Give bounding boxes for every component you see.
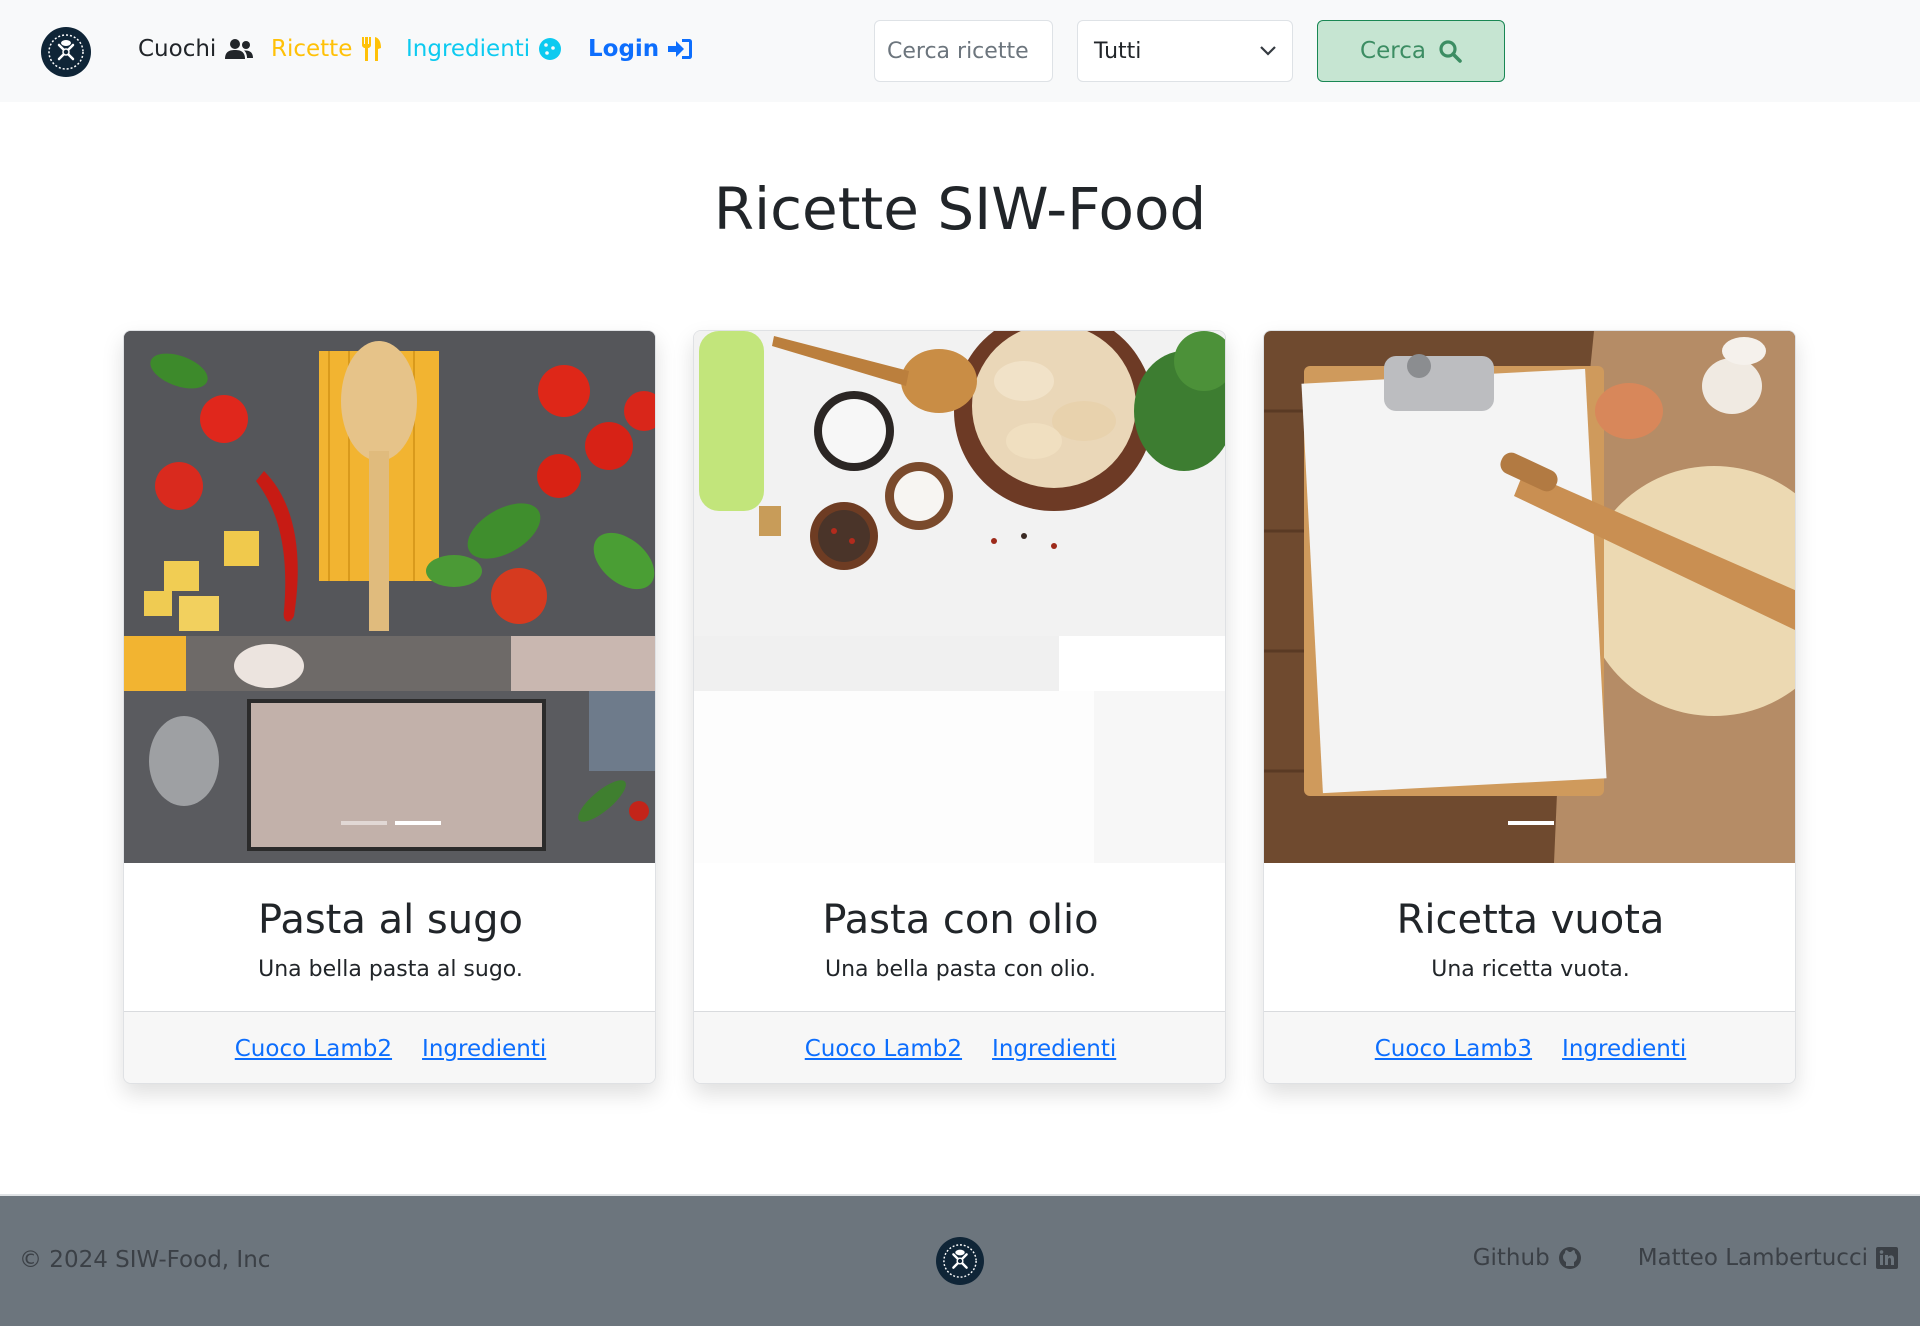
chevron-down-icon: [1260, 46, 1276, 56]
card-footer: Cuoco Lamb2 Ingredienti: [694, 1011, 1225, 1083]
ingredients-link[interactable]: Ingredienti: [992, 1036, 1116, 1062]
carousel-indicator[interactable]: [340, 821, 387, 825]
github-label: Github: [1472, 1245, 1550, 1271]
nav-item-ingredienti[interactable]: Ingredienti: [406, 36, 562, 62]
search-button-label: Cerca: [1360, 38, 1426, 64]
footer: © 2024 SIW-Food, Inc Github Matteo Lambe…: [0, 1194, 1920, 1326]
recipe-image: [694, 331, 1225, 863]
sign-in-icon: [668, 39, 693, 59]
recipe-image: [124, 331, 655, 863]
recipe-description: Una ricetta vuota.: [1431, 957, 1630, 982]
cookie-icon: [539, 38, 562, 60]
carousel-indicator-active[interactable]: [1507, 821, 1554, 825]
filter-select-value: Tutti: [1094, 38, 1142, 64]
recipe-title: Pasta con olio: [822, 897, 1099, 943]
search-icon: [1439, 40, 1462, 63]
recipe-card: Ricetta vuota Una ricetta vuota. Cuoco L…: [1263, 330, 1796, 1084]
card-footer: Cuoco Lamb3 Ingredienti: [1264, 1011, 1795, 1083]
author-label: Matteo Lambertucci: [1637, 1245, 1868, 1271]
recipe-card: Pasta al sugo Una bella pasta al sugo. C…: [123, 330, 656, 1084]
users-icon: [225, 39, 254, 59]
nav-item-label: Login: [588, 36, 660, 62]
logo-icon[interactable]: [41, 27, 91, 77]
recipe-title: Pasta al sugo: [258, 897, 523, 943]
recipe-card: Pasta con olio Una bella pasta con olio.…: [693, 330, 1226, 1084]
search-button[interactable]: Cerca: [1317, 20, 1505, 82]
recipe-image-carousel[interactable]: [124, 331, 655, 863]
footer-links: Github Matteo Lambertucci: [1473, 1245, 1898, 1271]
carousel-indicators: [124, 821, 655, 825]
carousel-indicators: [1264, 821, 1795, 825]
recipe-image-carousel[interactable]: [1264, 331, 1795, 863]
navbar: Cuochi Ricette Ingredienti Login Cerca r…: [0, 0, 1920, 102]
nav-item-label: Cuochi: [138, 36, 217, 62]
footer-logo-icon[interactable]: [936, 1237, 984, 1285]
filter-select[interactable]: Tutti: [1077, 20, 1293, 82]
page-title: Ricette SIW-Food: [713, 175, 1207, 243]
card-footer: Cuoco Lamb2 Ingredienti: [124, 1011, 655, 1083]
nav-item-login[interactable]: Login: [588, 36, 693, 62]
copyright-text: © 2024 SIW-Food, Inc: [19, 1247, 271, 1273]
utensils-icon: [362, 37, 382, 61]
cook-link[interactable]: Cuoco Lamb2: [805, 1036, 962, 1062]
linkedin-icon: [1876, 1247, 1898, 1269]
github-link[interactable]: Github: [1473, 1245, 1582, 1271]
nav-item-cuochi[interactable]: Cuochi: [138, 36, 254, 62]
ingredients-link[interactable]: Ingredienti: [422, 1036, 546, 1062]
recipe-title: Ricetta vuota: [1396, 897, 1665, 943]
recipe-image-carousel[interactable]: [694, 331, 1225, 863]
recipe-description: Una bella pasta con olio.: [825, 957, 1096, 982]
nav-item-label: Ricette: [271, 36, 353, 62]
recipe-description: Una bella pasta al sugo.: [258, 957, 523, 982]
recipe-image: [1264, 331, 1795, 863]
nav-item-ricette[interactable]: Ricette: [271, 36, 382, 62]
github-icon: [1558, 1247, 1581, 1269]
carousel-indicator-active[interactable]: [394, 821, 441, 825]
card-body: Ricetta vuota Una ricetta vuota.: [1264, 863, 1795, 1011]
nav-item-label: Ingredienti: [406, 36, 531, 62]
cook-link[interactable]: Cuoco Lamb2: [235, 1036, 392, 1062]
author-link[interactable]: Matteo Lambertucci: [1638, 1245, 1898, 1271]
card-body: Pasta al sugo Una bella pasta al sugo.: [124, 863, 655, 1011]
card-body: Pasta con olio Una bella pasta con olio.: [694, 863, 1225, 1011]
search-input[interactable]: [874, 20, 1053, 82]
cook-link[interactable]: Cuoco Lamb3: [1375, 1036, 1532, 1062]
ingredients-link[interactable]: Ingredienti: [1562, 1036, 1686, 1062]
